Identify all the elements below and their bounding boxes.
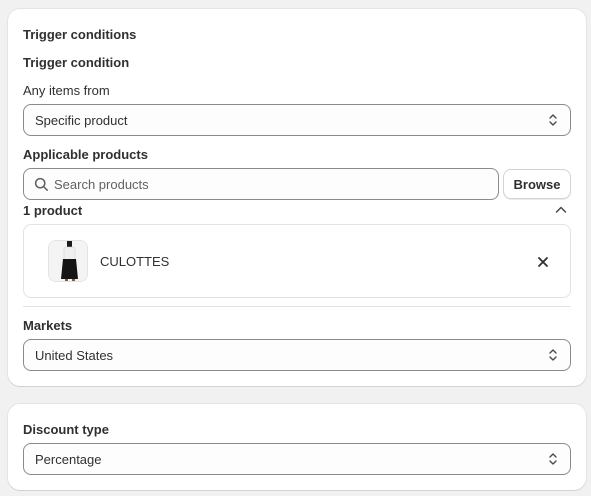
discount-type-select[interactable]: Percentage [23,443,571,475]
discount-type-value: Percentage [35,451,102,467]
any-items-label: Any items from [23,83,110,98]
browse-button[interactable]: Browse [503,169,571,199]
close-icon[interactable] [536,255,550,269]
discount-type-heading: Discount type [23,422,109,437]
product-list-item: CULOTTES [23,224,571,298]
product-thumbnail [48,240,88,282]
chevron-updown-icon [549,349,557,361]
trigger-conditions-card: Trigger conditions Trigger condition Any… [8,9,586,386]
product-count: 1 product [23,203,83,218]
card-title: Trigger conditions [23,27,137,42]
trigger-condition-heading: Trigger condition [23,55,130,70]
discount-type-card: Discount type Percentage [8,404,586,490]
search-products-input[interactable]: Search products [23,168,499,200]
search-placeholder: Search products [54,176,149,192]
chevron-up-icon[interactable] [554,204,568,216]
section-divider [23,306,571,307]
markets-label: Markets [23,318,73,333]
chevron-updown-icon [549,114,557,126]
search-icon [34,177,48,191]
items-from-value: Specific product [35,112,128,128]
markets-value: United States [35,347,114,363]
markets-select[interactable]: United States [23,339,571,371]
product-name: CULOTTES [100,254,170,269]
applicable-products-heading: Applicable products [23,147,148,162]
product-image [49,241,87,281]
items-from-select[interactable]: Specific product [23,104,571,136]
chevron-updown-icon [549,453,557,465]
